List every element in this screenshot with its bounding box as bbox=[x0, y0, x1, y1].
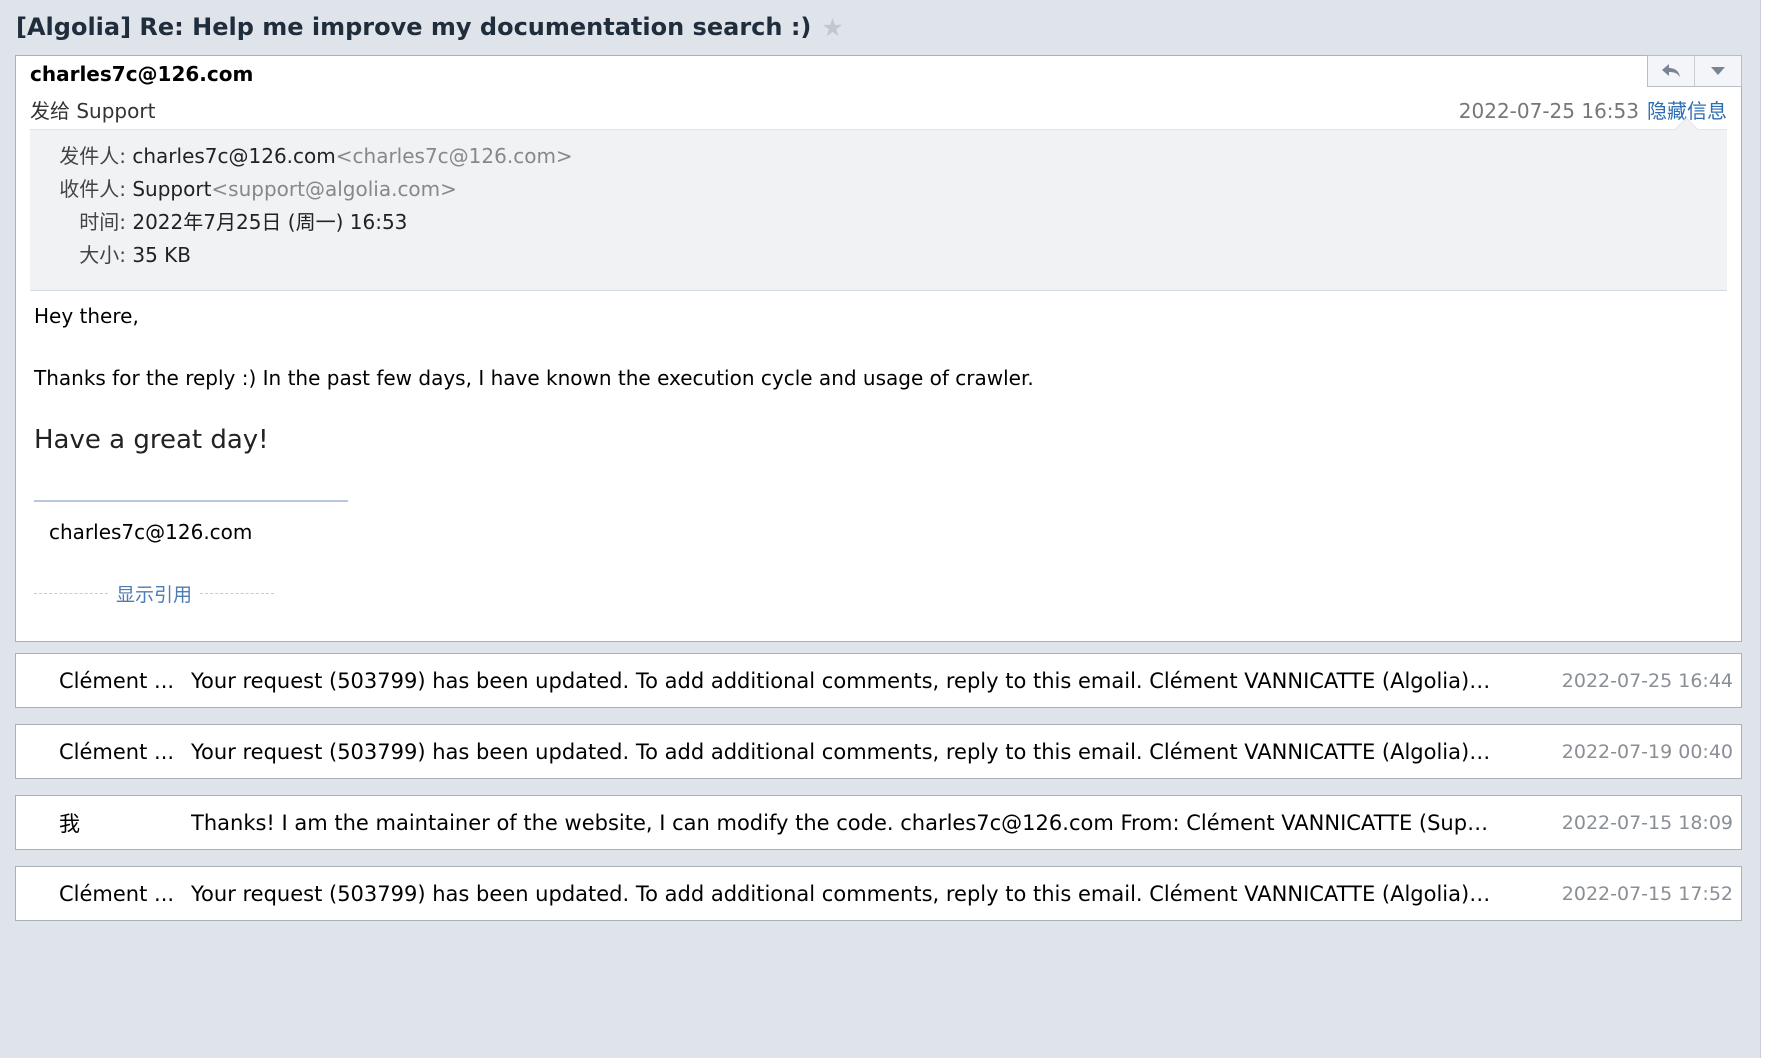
show-quote-link[interactable]: 显示引用 bbox=[108, 580, 200, 607]
scrollbar-track[interactable] bbox=[1760, 0, 1782, 1058]
thread-date: 2022-07-19 00:40 bbox=[1561, 740, 1733, 763]
to-label: 收件人: bbox=[59, 177, 126, 201]
body-greeting: Hey there, bbox=[34, 304, 139, 328]
size-label: 大小: bbox=[79, 243, 126, 267]
thread-item[interactable]: 我 Thanks! I am the maintainer of the web… bbox=[15, 795, 1742, 850]
sender-name[interactable]: charles7c@126.com bbox=[30, 62, 253, 86]
signature-text: charles7c@126.com bbox=[49, 520, 253, 544]
recipient-summary: 发给 Support bbox=[30, 99, 156, 123]
reply-icon bbox=[1662, 64, 1680, 77]
email-subject: [Algolia] Re: Help me improve my documen… bbox=[16, 10, 844, 44]
detail-from: 发件人: charles7c@126.com<charles7c@126.com… bbox=[30, 140, 573, 169]
body-closing: Have a great day! bbox=[34, 425, 269, 455]
show-quote-toggle[interactable]: 显示引用 bbox=[34, 580, 275, 607]
divider bbox=[34, 592, 108, 594]
expanded-message: charles7c@126.com 发给 Support 2022-07-25 … bbox=[15, 55, 1742, 642]
detail-size: 大小: 35 KB bbox=[30, 239, 191, 268]
message-date: 2022-07-25 16:53 bbox=[1458, 99, 1639, 123]
reply-button[interactable] bbox=[1648, 56, 1694, 86]
to-address[interactable]: <support@algolia.com> bbox=[211, 177, 457, 201]
thread-sender: Clément ... bbox=[59, 739, 175, 764]
message-actions bbox=[1647, 55, 1742, 87]
thread-item[interactable]: Clément ... Your request (503799) has be… bbox=[15, 724, 1742, 779]
thread-item[interactable]: Clément ... Your request (503799) has be… bbox=[15, 866, 1742, 921]
dropdown-icon bbox=[1711, 67, 1725, 75]
time-label: 时间: bbox=[79, 210, 126, 234]
thread-sender: Clément ... bbox=[59, 881, 175, 906]
thread-sender: 我 bbox=[59, 811, 80, 836]
size-value: 35 KB bbox=[132, 243, 192, 267]
message-details-panel: 发件人: charles7c@126.com<charles7c@126.com… bbox=[30, 117, 1727, 291]
from-name[interactable]: charles7c@126.com bbox=[132, 144, 335, 168]
to-name[interactable]: Support bbox=[132, 177, 211, 201]
subject-text: [Algolia] Re: Help me improve my documen… bbox=[16, 13, 812, 41]
more-actions-button[interactable] bbox=[1694, 56, 1741, 86]
detail-to: 收件人: Support<support@algolia.com> bbox=[30, 173, 457, 202]
thread-snippet: Your request (503799) has been updated. … bbox=[191, 668, 1555, 693]
thread-date: 2022-07-15 17:52 bbox=[1561, 882, 1733, 905]
thread-item[interactable]: Clément ... Your request (503799) has be… bbox=[15, 653, 1742, 708]
thread-date: 2022-07-15 18:09 bbox=[1561, 811, 1733, 834]
from-label: 发件人: bbox=[59, 144, 126, 168]
thread-snippet: Thanks! I am the maintainer of the websi… bbox=[191, 810, 1562, 835]
thread-snippet: Your request (503799) has been updated. … bbox=[191, 739, 1555, 764]
detail-time: 时间: 2022年7月25日 (周一) 16:53 bbox=[30, 206, 407, 235]
time-value: 2022年7月25日 (周一) 16:53 bbox=[132, 210, 408, 234]
divider bbox=[200, 592, 275, 594]
body-paragraph: Thanks for the reply :) In the past few … bbox=[34, 366, 1034, 390]
star-icon[interactable]: ★ bbox=[821, 13, 843, 42]
thread-sender: Clément ... bbox=[59, 668, 175, 693]
thread-date: 2022-07-25 16:44 bbox=[1561, 669, 1733, 692]
from-address[interactable]: <charles7c@126.com> bbox=[336, 144, 573, 168]
signature-divider bbox=[34, 500, 348, 502]
thread-snippet: Your request (503799) has been updated. … bbox=[191, 881, 1555, 906]
